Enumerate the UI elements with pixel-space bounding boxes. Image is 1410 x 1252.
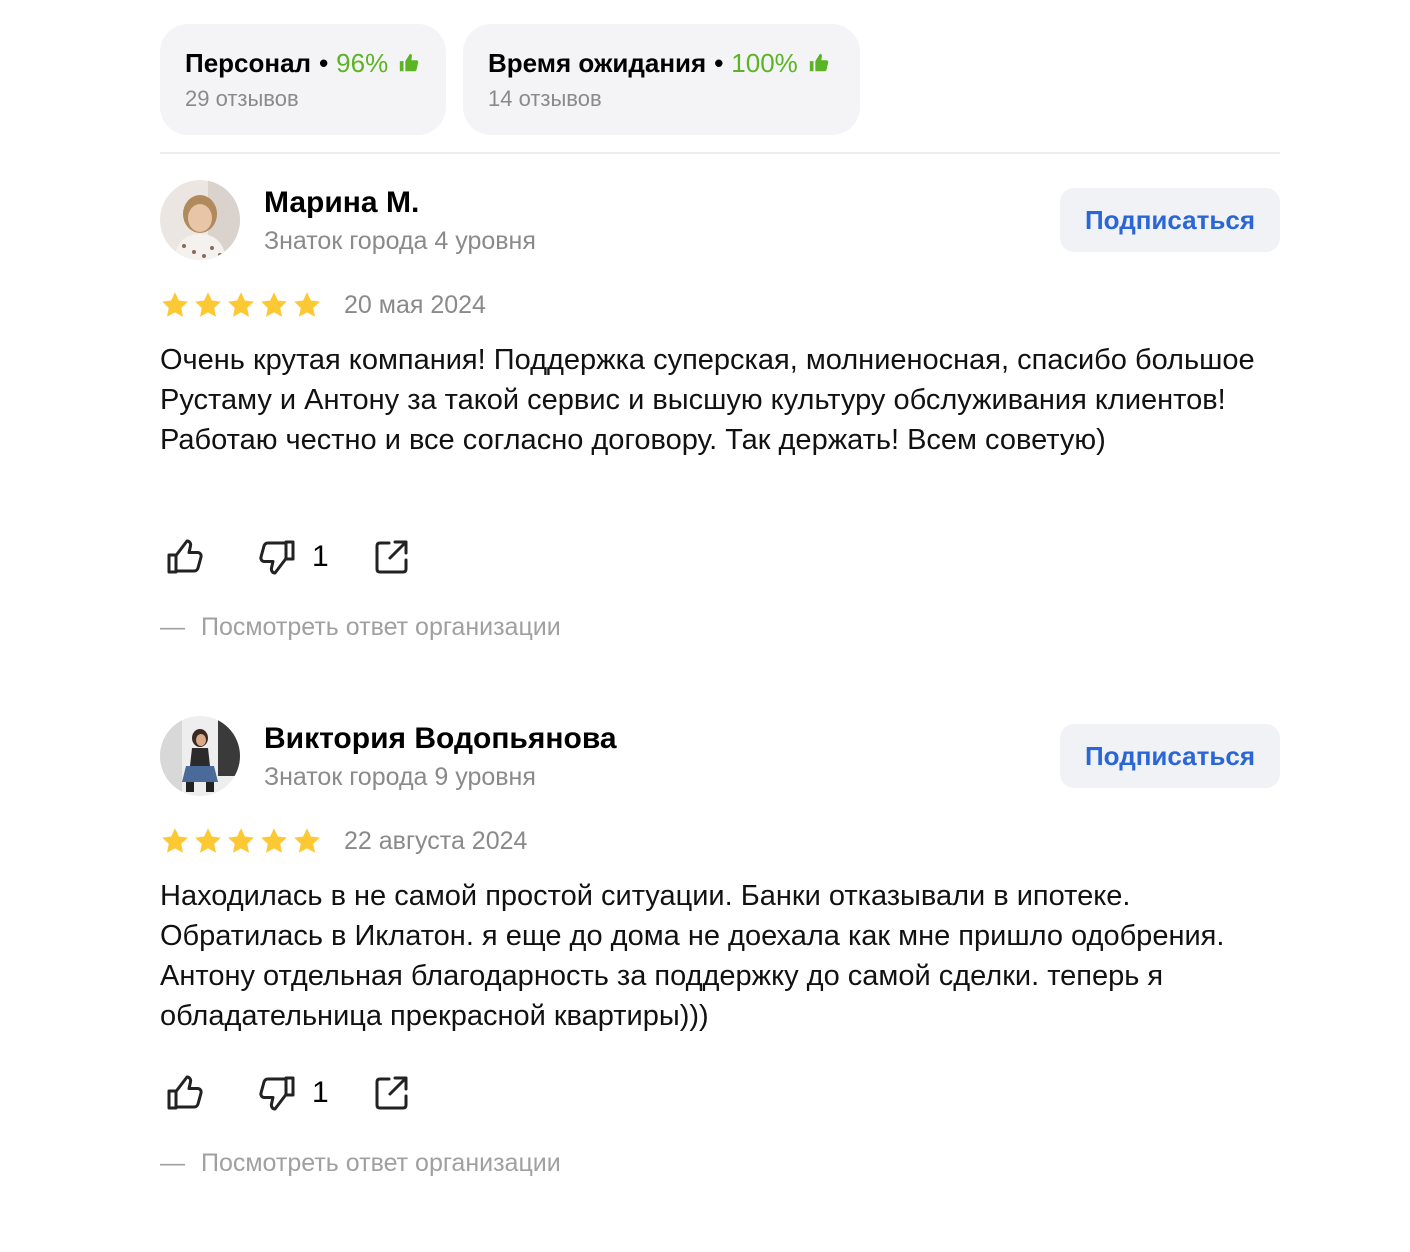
- author-level: Знаток города 4 уровня: [264, 227, 536, 255]
- star-icon: [294, 292, 320, 317]
- thumb-up-icon: [809, 53, 829, 72]
- star-icon: [162, 292, 188, 317]
- author-name[interactable]: Марина М.: [264, 184, 419, 222]
- avatar-photo: [160, 716, 240, 796]
- rating-stars: [160, 290, 322, 320]
- dislike-count: 1: [312, 540, 329, 573]
- view-org-answer-link[interactable]: — Посмотреть ответ организации: [160, 1146, 561, 1180]
- view-org-answer-link[interactable]: — Посмотреть ответ организации: [160, 610, 561, 644]
- dislike-count: 1: [312, 1076, 329, 1109]
- thumb-up-icon: [167, 539, 203, 574]
- review-text: Очень крутая компания! Поддержка суперск…: [160, 344, 1255, 456]
- org-answer-label: Посмотреть ответ организации: [201, 613, 561, 641]
- subscribe-button[interactable]: Подписаться: [1060, 724, 1280, 788]
- dislike-button[interactable]: [254, 1071, 298, 1115]
- share-button[interactable]: [370, 535, 414, 579]
- star-icon: [195, 828, 221, 853]
- star-icon: [261, 828, 287, 853]
- divider: [160, 152, 1280, 154]
- aspect-chip-title: Персонал • 96%: [185, 46, 421, 80]
- aspect-label: Время ожидания: [488, 48, 707, 78]
- share-icon: [375, 1076, 408, 1110]
- author-level: Знаток города 9 уровня: [264, 763, 536, 791]
- aspect-chip-title: Время ожидания • 100%: [488, 46, 835, 80]
- review-text: Находилась в не самой простой ситуации. …: [160, 880, 1225, 1032]
- aspect-chip-waiting-time[interactable]: Время ожидания • 100% 14 отзывов: [463, 24, 860, 135]
- thumb-up-icon: [167, 1075, 203, 1110]
- thumb-down-icon: [259, 1076, 295, 1111]
- thumb-down-icon: [259, 540, 295, 575]
- aspect-percent: 100%: [731, 48, 798, 78]
- star-icon: [228, 292, 254, 317]
- avatar-photo: [160, 180, 240, 260]
- org-answer-label: Посмотреть ответ организации: [201, 1149, 561, 1177]
- separator-dot: •: [319, 48, 329, 78]
- like-button[interactable]: [164, 535, 208, 579]
- review-actions: 1: [160, 535, 560, 579]
- aspect-label: Персонал: [185, 48, 312, 78]
- star-icon: [261, 292, 287, 317]
- review-date: 22 августа 2024: [344, 827, 528, 855]
- like-button[interactable]: [164, 1071, 208, 1115]
- share-button[interactable]: [370, 1071, 414, 1115]
- rating-stars: [160, 826, 322, 856]
- star-icon: [294, 828, 320, 853]
- avatar[interactable]: [160, 716, 240, 796]
- share-icon: [375, 540, 408, 574]
- separator-dot: •: [714, 48, 724, 78]
- aspect-percent: 96%: [336, 48, 389, 78]
- aspect-chips: Персонал • 96% 29 отзывов Время ожидания…: [160, 24, 860, 135]
- aspect-reviews-count: 29 отзывов: [185, 86, 299, 111]
- author-name[interactable]: Виктория Водопьянова: [264, 720, 617, 758]
- org-answer-dash: —: [160, 613, 185, 641]
- aspect-reviews-count: 14 отзывов: [488, 86, 602, 111]
- star-icon: [195, 292, 221, 317]
- star-icon: [162, 828, 188, 853]
- subscribe-button[interactable]: Подписаться: [1060, 188, 1280, 252]
- org-answer-dash: —: [160, 1149, 185, 1177]
- dislike-button[interactable]: [254, 535, 298, 579]
- star-icon: [228, 828, 254, 853]
- review-actions: 1: [160, 1071, 560, 1115]
- avatar[interactable]: [160, 180, 240, 260]
- review-date: 20 мая 2024: [344, 291, 486, 319]
- thumb-up-icon: [400, 53, 419, 72]
- aspect-chip-staff[interactable]: Персонал • 96% 29 отзывов: [160, 24, 446, 135]
